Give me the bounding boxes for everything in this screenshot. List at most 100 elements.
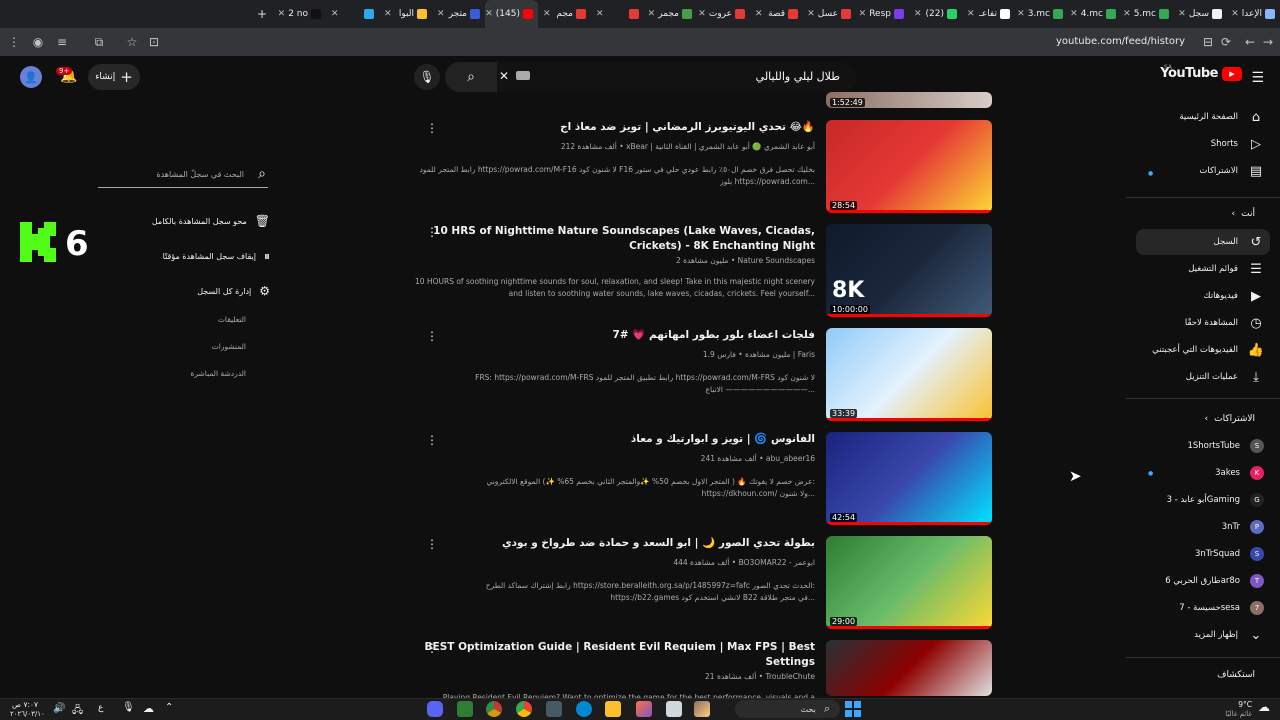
sidebar-item[interactable]: الفيديوهات التي أعجبتني 👍	[1136, 337, 1270, 363]
bookmark-icon[interactable]: ☆	[124, 34, 140, 50]
taskbar-app-icon[interactable]	[666, 701, 682, 717]
chrome-profile-icon[interactable]	[486, 701, 502, 717]
history-action-button[interactable]: إدارة كل السجل ⚙	[197, 284, 270, 298]
browser-tab[interactable]: ✕ (145)	[485, 0, 538, 28]
voice-search-button[interactable]: 🎙	[414, 64, 440, 90]
video-title[interactable]: بطولة تحدي الصور 🌙 | ابو السعد و حمادة ض…	[415, 536, 815, 551]
file-explorer-icon[interactable]	[605, 701, 621, 717]
reload-icon[interactable]: ⟳	[1218, 34, 1234, 50]
sidebar-item[interactable]: الصفحة الرئيسية ⌂	[1136, 104, 1270, 130]
browser-tab[interactable]: ✕ الإعدا	[1227, 0, 1280, 28]
sidebar-item[interactable]: Shorts ▷	[1136, 131, 1270, 157]
browser-tab[interactable]: ✕	[326, 0, 379, 28]
volume-icon[interactable]: 🔊	[53, 703, 65, 714]
close-icon[interactable]: ✕	[384, 9, 392, 19]
close-icon[interactable]: ✕	[967, 9, 975, 19]
browser-tab[interactable]: ✕ (22)	[909, 0, 962, 28]
channel-name[interactable]: Nature Soundscapes	[738, 256, 815, 265]
browser-tab[interactable]: ✕ 2 no	[273, 0, 326, 28]
close-icon[interactable]: ✕	[1231, 9, 1239, 19]
video-thumbnail[interactable]: 1:52:49	[826, 92, 992, 108]
close-icon[interactable]: ✕	[755, 9, 763, 19]
discord-icon[interactable]	[427, 701, 443, 717]
chrome-icon[interactable]	[516, 701, 532, 717]
site-info-icon[interactable]: ⊟	[1200, 34, 1216, 50]
video-title[interactable]: 10 HRS of Nighttime Nature Soundscapes (…	[415, 224, 815, 254]
close-icon[interactable]: ✕	[807, 9, 815, 19]
browser-tab[interactable]: ✕ مجمر	[644, 0, 697, 28]
clear-search-icon[interactable]: ✕	[499, 69, 509, 83]
close-icon[interactable]: ✕	[278, 9, 286, 19]
close-icon[interactable]: ✕	[1178, 9, 1186, 19]
browser-tab[interactable]: ✕ 4.mc	[1068, 0, 1121, 28]
split-screen-icon[interactable]: ⊡	[146, 34, 162, 50]
sidebar-item[interactable]: فيديوهاتك ▶	[1136, 283, 1270, 309]
sidebar-item[interactable]: الاشتراكات ▤	[1136, 158, 1270, 184]
more-options-icon[interactable]: ⋮	[426, 121, 438, 135]
more-options-icon[interactable]: ⋮	[426, 225, 438, 239]
profile-icon[interactable]: ◉	[30, 34, 46, 50]
browser-tab[interactable]: ✕ مجم	[538, 0, 591, 28]
video-thumbnail[interactable]: 28:54	[826, 120, 992, 213]
history-type-link[interactable]: التعليقات	[218, 315, 246, 324]
video-thumbnail[interactable]: 42:54	[826, 432, 992, 525]
extensions-icon[interactable]: ⧉	[91, 34, 107, 50]
channel-name[interactable]: TroubleChute	[766, 672, 816, 681]
browser-tab[interactable]: ✕ 5.mc	[1121, 0, 1174, 28]
sidebar-subscription[interactable]: طارق الحربي 6ar8o T	[1136, 568, 1270, 594]
input-language[interactable]: ع	[98, 703, 103, 713]
more-options-icon[interactable]: ⋮	[426, 537, 438, 551]
browser-tab[interactable]: ✕ متجر	[432, 0, 485, 28]
search-button[interactable]: ⌕	[445, 62, 497, 92]
close-icon[interactable]: ✕	[331, 9, 339, 19]
browser-tab[interactable]: ✕ Resp	[856, 0, 909, 28]
youtube-logo[interactable]: YouTube ▶	[1160, 66, 1242, 81]
clock-time[interactable]: ٧:٠٧ ص	[12, 700, 38, 709]
browser-tab[interactable]: ✕ البوا	[379, 0, 432, 28]
browser-tab[interactable]: ✕ عسل	[803, 0, 856, 28]
taskbar-app-icon[interactable]	[457, 701, 473, 717]
avatar[interactable]: 👤	[20, 66, 42, 88]
show-more-button[interactable]: إظهار المزيد ⌄	[1136, 622, 1270, 648]
channel-name[interactable]: xBear | أبو عابد الشمري 🟢 أبو عابد الشمر…	[626, 142, 815, 151]
sidebar-item[interactable]: عمليات التنزيل ⤓	[1136, 364, 1270, 390]
taskbar-app-icon[interactable]	[694, 701, 710, 717]
sidebar-item[interactable]: السجل ↺	[1136, 229, 1270, 255]
sidebar-subscription[interactable]: 1ShortsTube S	[1136, 433, 1270, 459]
video-title[interactable]: BEST Optimization Guide | Resident Evil …	[415, 640, 815, 670]
close-icon[interactable]: ✕	[698, 9, 706, 19]
history-action-button[interactable]: محو سجل المشاهدة بالكامل 🗑	[152, 214, 270, 228]
browser-tab[interactable]: ✕ 3.mc	[1015, 0, 1068, 28]
close-icon[interactable]: ✕	[485, 9, 493, 19]
new-tab-icon[interactable]: +	[251, 7, 273, 21]
you-heading[interactable]: ‹ أنت	[1232, 209, 1255, 219]
menu-icon[interactable]: ⋮	[6, 34, 22, 50]
browser-tab[interactable]: ✕	[591, 0, 644, 28]
video-thumbnail[interactable]: 8K 10:00:00	[826, 224, 992, 317]
video-title[interactable]: تحدي اليوتيوبرز الرمضاني | تويز ضد معاذ …	[415, 120, 815, 135]
search-input[interactable]: طلال ليلي والليالي	[756, 70, 840, 83]
forward-icon[interactable]: ←	[1242, 34, 1258, 50]
collections-icon[interactable]: ≡	[54, 34, 70, 50]
browser-tab[interactable]: ✕ تفاعـ	[962, 0, 1015, 28]
address-url[interactable]: youtube.com/feed/history	[1056, 36, 1185, 47]
browser-tab[interactable]: ✕ سجل	[1174, 0, 1227, 28]
close-icon[interactable]: ✕	[1070, 9, 1078, 19]
copilot-icon[interactable]	[636, 701, 652, 717]
store-icon[interactable]	[546, 701, 562, 717]
subscriptions-heading[interactable]: ‹ الاشتراكات	[1205, 414, 1255, 424]
video-thumbnail[interactable]: 33:39	[826, 328, 992, 421]
create-button[interactable]: إنشاء +	[88, 64, 140, 90]
video-thumbnail[interactable]: 29:00	[826, 536, 992, 629]
sidebar-subscription[interactable]: 3akes K	[1136, 460, 1270, 486]
close-icon[interactable]: ✕	[1123, 9, 1131, 19]
channel-name[interactable]: BO3OMAR22 - ابوعمر	[739, 558, 815, 567]
sidebar-subscription[interactable]: حسيسة - 7sesa 7	[1136, 595, 1270, 621]
taskbar-search[interactable]: بحث ⌕	[735, 700, 840, 718]
sidebar-item[interactable]: المشاهدة لاحقًا ◷	[1136, 310, 1270, 336]
sidebar-subscription[interactable]: أبو عابد - 3Gaming G	[1136, 487, 1270, 513]
history-type-link[interactable]: الدردشة المباشرة	[190, 369, 246, 378]
chevron-up-icon[interactable]: ⌃	[165, 702, 173, 713]
close-icon[interactable]: ✕	[859, 9, 867, 19]
close-icon[interactable]: ✕	[648, 9, 656, 19]
